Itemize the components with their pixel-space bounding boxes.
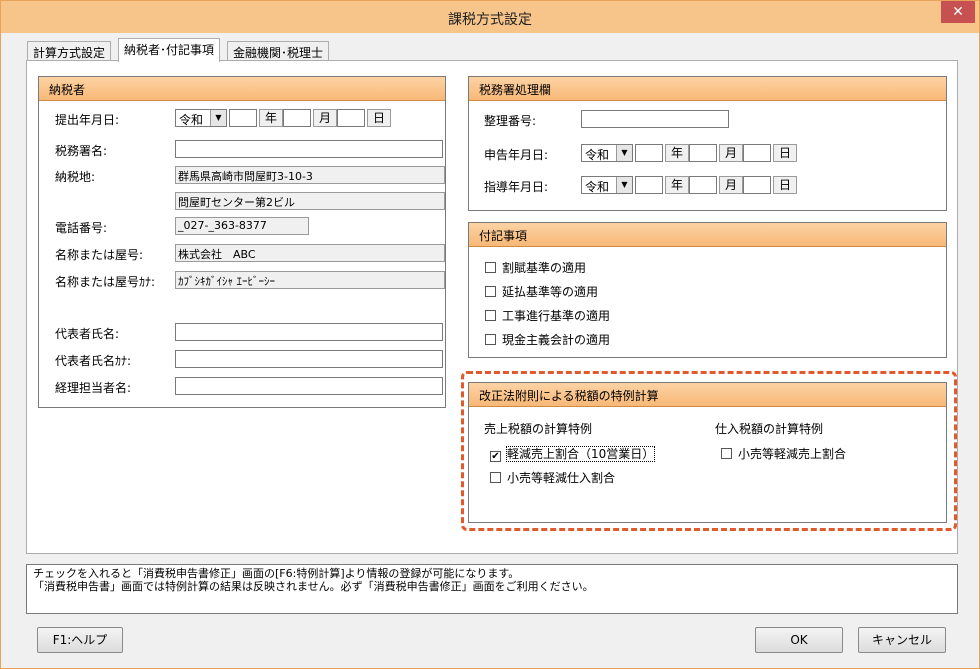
ref-number-input[interactable] [581,110,729,128]
representative-input[interactable] [175,323,443,341]
day-unit: 日 [773,144,797,162]
taxpayer-group: 納税者 提出年月日: 令和 ▼ 年 月 日 税務署名: 納税地: 群馬県高崎市問屋… [38,76,446,408]
checkbox-box[interactable] [485,310,496,321]
tax-office-input[interactable] [175,140,443,158]
phone-value: _027-_363-8377 [175,217,309,235]
info-message-line2: 「消費税申告書」画面では特例計算の結果は反映されません。必ず「消費税申告書修正」… [33,580,594,593]
taxpayer-header: 納税者 [39,77,445,101]
tab-taxpayer-notes[interactable]: 納税者･付記事項 [118,38,221,62]
submission-date-label: 提出年月日: [55,113,120,127]
notes-group: 付記事項 割賦基準の適用 延払基準等の適用 工事進行基準の適用 現金主義会計の適… [468,222,947,358]
guidance-month-input[interactable] [689,176,717,194]
name-label: 名称または屋号: [55,248,144,262]
address-label: 納税地: [55,170,96,184]
year-unit: 年 [259,109,283,127]
era-value: 令和 [179,113,204,127]
checkbox-label: 現金主義会計の適用 [502,333,611,347]
day-unit: 日 [367,109,391,127]
ref-number-label: 整理番号: [484,114,537,128]
year-unit: 年 [665,176,689,194]
chevron-down-icon[interactable]: ▼ [210,110,226,126]
window-title: 課税方式設定 [448,12,532,28]
report-year-input[interactable] [635,144,663,162]
notes-header: 付記事項 [469,223,946,247]
checkbox-label: 工事進行基準の適用 [502,309,611,323]
guidance-day-input[interactable] [743,176,771,194]
report-month-input[interactable] [689,144,717,162]
note-checkbox-construction[interactable]: 工事進行基準の適用 [485,307,610,324]
year-unit: 年 [665,144,689,162]
note-checkbox-installment[interactable]: 割賦基準の適用 [485,259,586,276]
checkbox-box[interactable] [485,262,496,273]
cancel-button[interactable]: キャンセル [858,627,946,653]
name-kana-label: 名称または屋号ｶﾅ: [55,275,156,289]
ok-button[interactable]: OK [755,627,843,653]
guidance-year-input[interactable] [635,176,663,194]
representative-kana-label: 代表者氏名ｶﾅ: [55,354,132,368]
submission-era-select[interactable]: 令和 ▼ [175,109,227,127]
accountant-input[interactable] [175,377,443,395]
era-value: 令和 [585,180,610,194]
note-checkbox-deferred[interactable]: 延払基準等の適用 [485,283,598,300]
month-unit: 月 [719,176,743,194]
chevron-down-icon[interactable]: ▼ [616,177,632,193]
help-button[interactable]: F1:ヘルプ [37,627,123,653]
address-line2: 問屋町センター第2ビル [175,192,445,210]
tab-calculation-method[interactable]: 計算方式設定 [27,41,112,61]
month-unit: 月 [313,109,337,127]
tax-office-processing-header: 税務署処理欄 [469,77,946,101]
tab-bank-accountant[interactable]: 金融機関･税理士 [227,41,330,61]
accountant-label: 経理担当者名: [55,381,132,395]
submission-year-input[interactable] [229,109,257,127]
submission-day-input[interactable] [337,109,365,127]
info-message-box: チェックを入れると「消費税申告書修正」画面の[F6:特例計算]より情報の登録が可… [26,564,958,614]
guidance-date-label: 指導年月日: [484,180,549,194]
info-message-line1: チェックを入れると「消費税申告書修正」画面の[F6:特例計算]より情報の登録が可… [33,567,520,580]
address-line1: 群馬県高崎市問屋町3-10-3 [175,166,445,184]
highlight-frame [461,371,957,531]
representative-kana-input[interactable] [175,350,443,368]
submission-month-input[interactable] [283,109,311,127]
dialog-window: 課税方式設定 ✕ 計算方式設定 納税者･付記事項 金融機関･税理士 納税者 提出… [0,0,980,669]
note-checkbox-cash[interactable]: 現金主義会計の適用 [485,331,610,348]
representative-label: 代表者氏名: [55,327,120,341]
title-bar: 課税方式設定 ✕ [1,1,979,33]
chevron-down-icon[interactable]: ▼ [616,145,632,161]
tax-office-processing-group: 税務署処理欄 整理番号: 申告年月日: 令和 ▼ 年 月 日 指導年月日: 令和 ▼… [468,76,947,211]
checkbox-box[interactable] [485,286,496,297]
report-era-select[interactable]: 令和 ▼ [581,144,633,162]
close-button[interactable]: ✕ [941,1,975,23]
checkbox-label: 延払基準等の適用 [502,285,599,299]
day-unit: 日 [773,176,797,194]
report-date-label: 申告年月日: [484,148,549,162]
name-value: 株式会社 ABC [175,244,445,262]
guidance-era-select[interactable]: 令和 ▼ [581,176,633,194]
phone-label: 電話番号: [55,221,108,235]
checkbox-label: 割賦基準の適用 [502,261,587,275]
name-kana-value: ｶﾌﾞｼｷｶﾞｲｼｬ ｴｰﾋﾞｰｼｰ [175,271,445,289]
checkbox-box[interactable] [485,334,496,345]
era-value: 令和 [585,148,610,162]
tax-office-label: 税務署名: [55,144,108,158]
report-day-input[interactable] [743,144,771,162]
month-unit: 月 [719,144,743,162]
